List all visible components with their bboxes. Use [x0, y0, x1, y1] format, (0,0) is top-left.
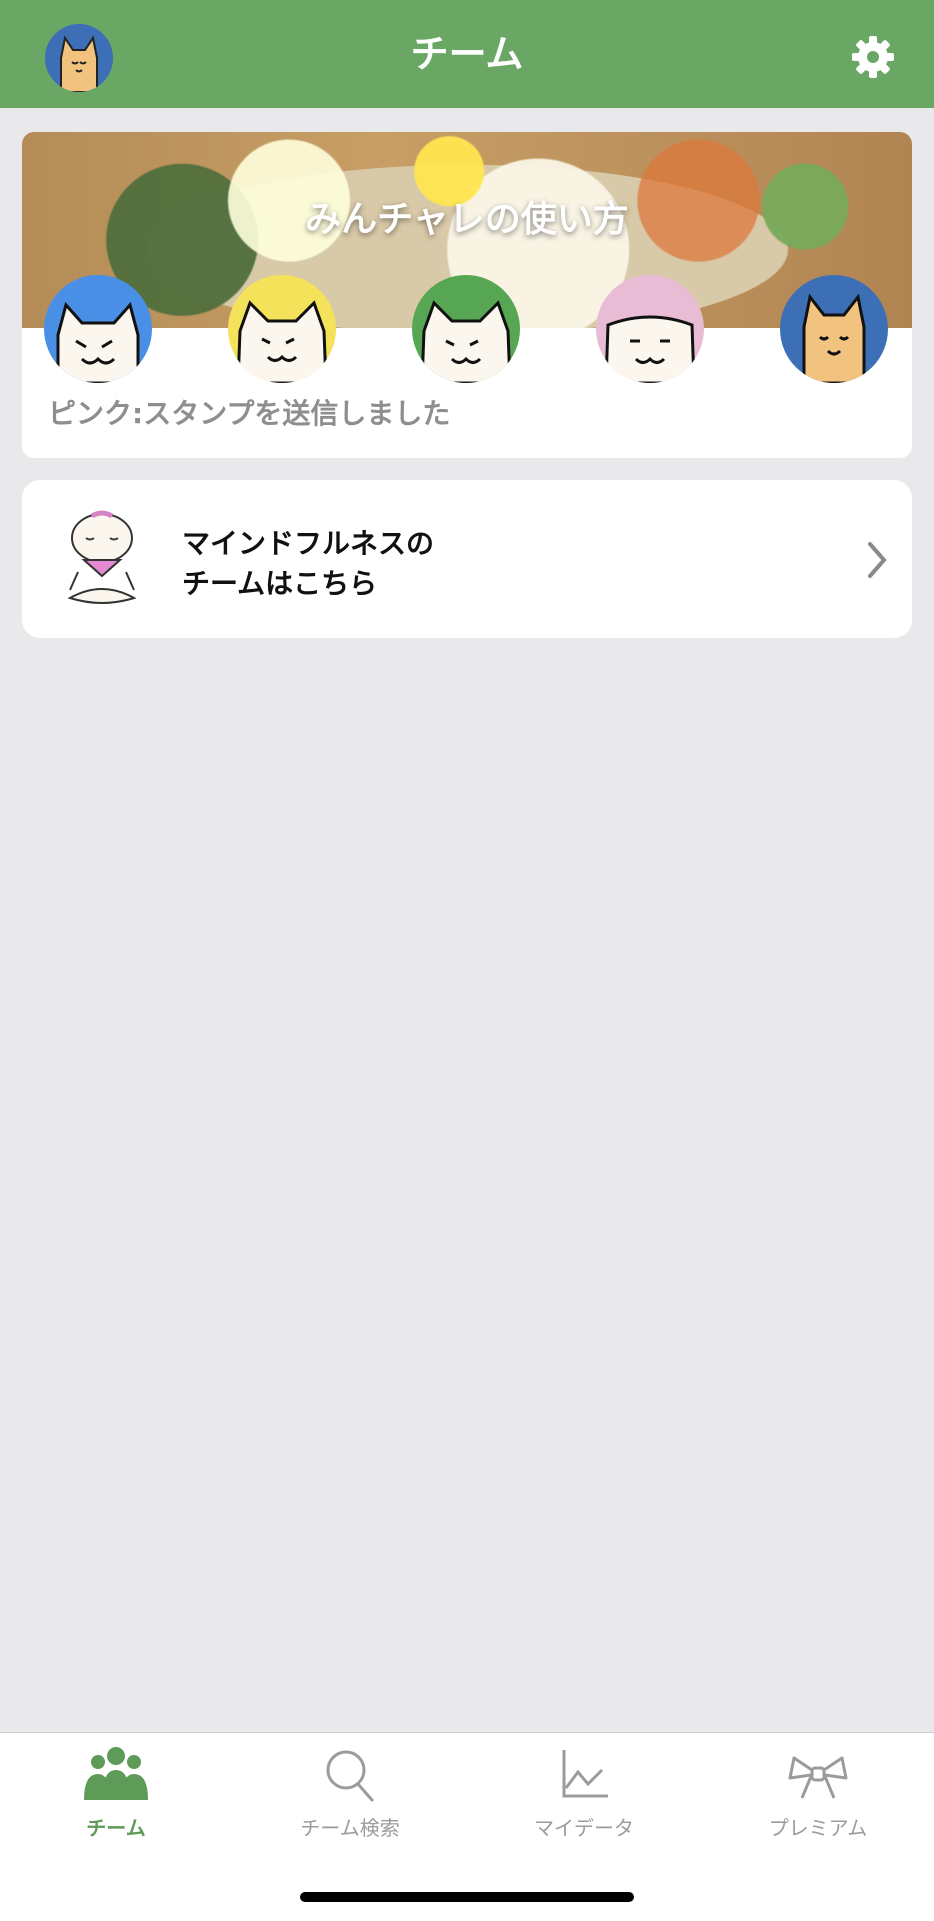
search-icon	[326, 1750, 374, 1802]
mindfulness-label: マインドフルネスの チームはこちら	[182, 524, 434, 604]
tab-premium-label: プレミアム	[768, 1816, 868, 1840]
cat-face-icon	[604, 315, 696, 383]
tab-team-label: チーム	[86, 1816, 146, 1840]
mindfulness-team-card[interactable]	[22, 480, 912, 638]
cat-face-icon	[802, 293, 866, 383]
mindfulness-line-1: マインドフルネスの	[182, 527, 435, 560]
mindfulness-line-2: チームはこちら	[182, 567, 378, 600]
member-avatar-me[interactable]	[780, 275, 888, 383]
latest-activity-text: ピンク:スタンプを送信しました	[48, 397, 451, 430]
ribbon-bow-icon	[788, 1756, 848, 1799]
cat-face-icon	[236, 300, 328, 383]
gear-icon[interactable]	[850, 34, 896, 80]
cat-face-icon	[420, 300, 512, 383]
profile-avatar[interactable]	[45, 24, 113, 92]
cat-face-icon	[56, 301, 140, 383]
tab-team[interactable]: チーム	[36, 1744, 196, 1841]
cat-avatar-icon	[45, 24, 113, 92]
tab-team-search[interactable]: チーム検索	[270, 1744, 430, 1841]
member-avatar-pink[interactable]	[596, 275, 704, 383]
meditating-cat-icon	[67, 510, 137, 604]
member-avatar-blue[interactable]	[44, 275, 152, 383]
line-chart-icon	[562, 1750, 608, 1798]
chevron-right-icon	[868, 542, 887, 578]
header-bar: チーム	[0, 0, 934, 108]
tab-my-data-label: マイデータ	[534, 1816, 634, 1840]
how-to-use-title[interactable]: みんチャレの使い方	[22, 190, 912, 242]
member-avatar-green[interactable]	[412, 275, 520, 383]
tab-my-data[interactable]: マイデータ	[504, 1744, 664, 1841]
page-title: チーム	[410, 32, 524, 76]
tab-team-search-label: チーム検索	[300, 1816, 400, 1840]
tab-premium[interactable]: プレミアム	[738, 1744, 898, 1841]
home-indicator	[300, 1892, 634, 1902]
member-avatar-yellow[interactable]	[228, 275, 336, 383]
team-people-icon	[84, 1747, 148, 1800]
